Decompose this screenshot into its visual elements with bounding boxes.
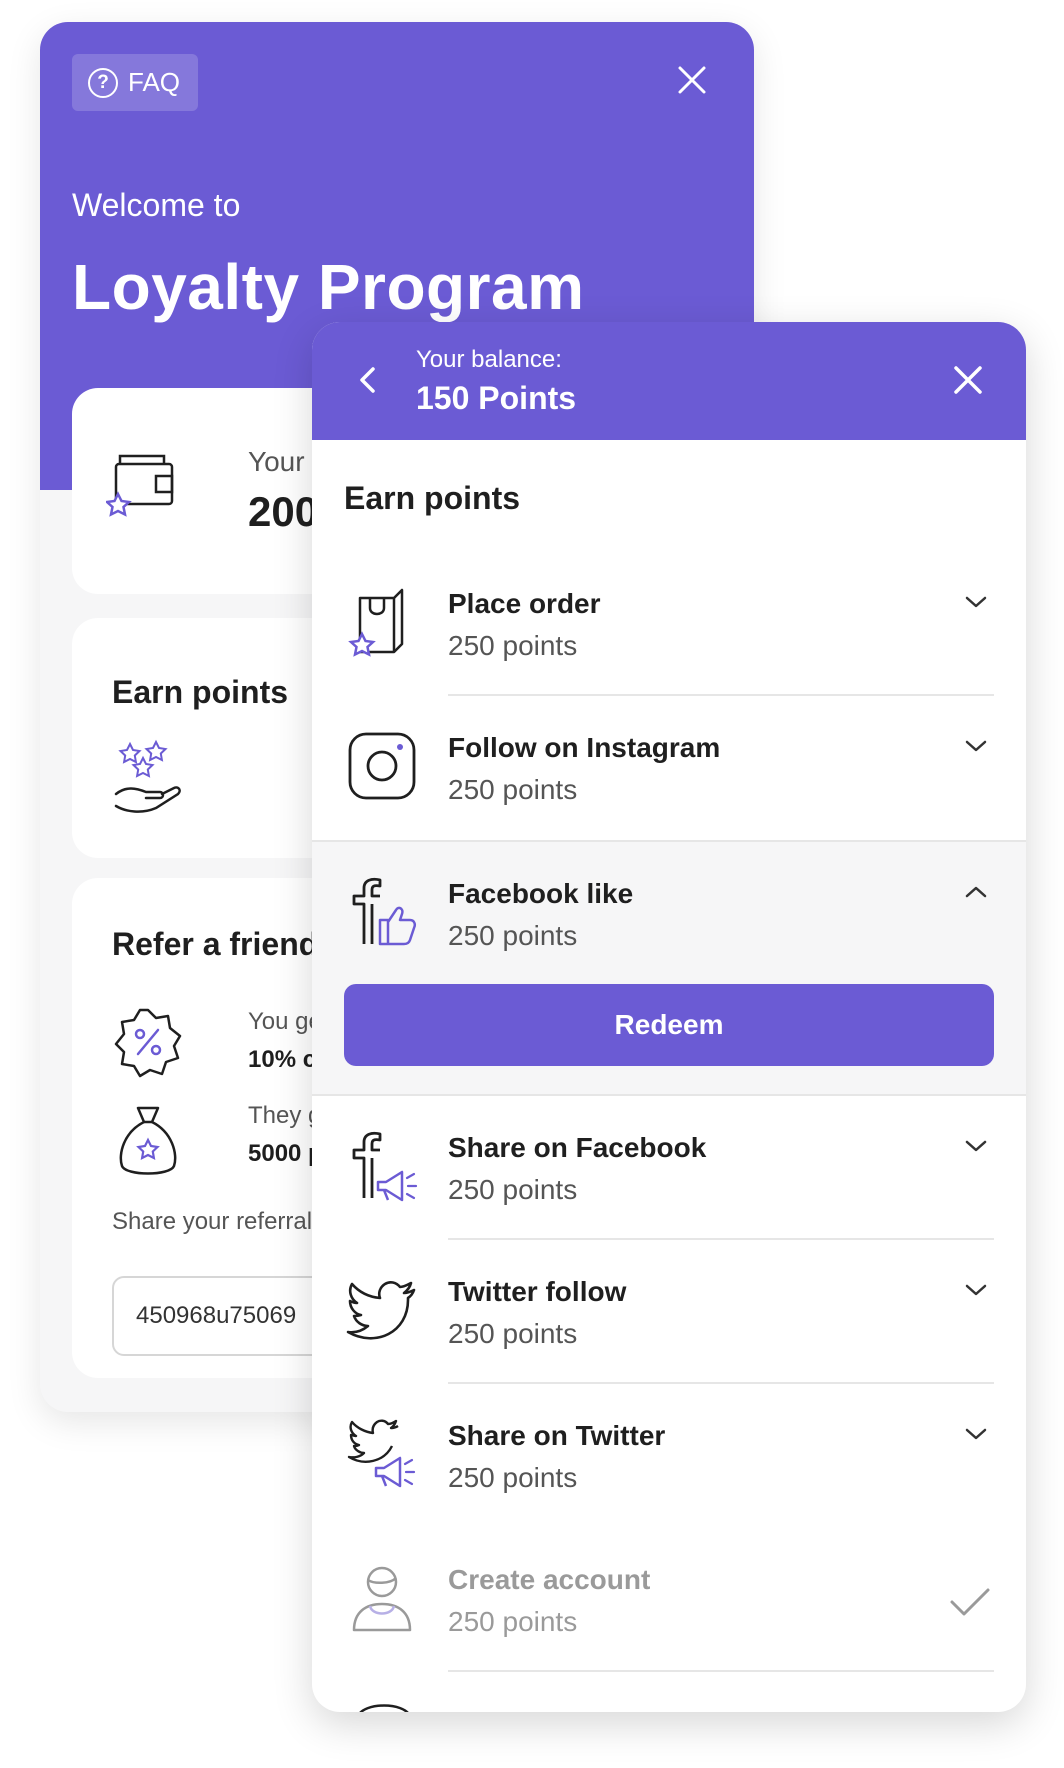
item-points: 250 points bbox=[448, 1606, 578, 1637]
user-account-icon bbox=[352, 1566, 412, 1632]
faq-label: FAQ bbox=[128, 67, 181, 97]
earn-item-facebook-like[interactable]: Facebook like 250 points Redeem bbox=[312, 840, 1026, 1096]
faq-button[interactable]: ? FAQ bbox=[72, 54, 198, 111]
instagram-icon bbox=[348, 732, 416, 800]
item-title: Follow on Instagram bbox=[448, 732, 721, 763]
item-points: 250 points bbox=[448, 630, 578, 661]
earn-item-place-order[interactable]: Place order 250 points bbox=[312, 552, 1026, 696]
divider bbox=[448, 1670, 994, 1672]
item-title: Place order bbox=[448, 588, 601, 619]
question-icon: ? bbox=[88, 67, 118, 98]
chevron-down-icon[interactable] bbox=[962, 592, 990, 612]
earn-header: Your balance: 150 Points bbox=[312, 322, 1026, 440]
item-points: 250 points bbox=[448, 920, 578, 951]
program-title: Loyalty Program bbox=[72, 251, 585, 323]
chevron-up-icon[interactable] bbox=[962, 882, 990, 902]
chevron-down-icon[interactable] bbox=[962, 1136, 990, 1156]
welcome-text: Welcome to bbox=[72, 187, 241, 223]
close-icon[interactable] bbox=[672, 60, 712, 100]
facebook-like-icon bbox=[352, 877, 417, 946]
discount-badge-icon bbox=[114, 1008, 182, 1078]
earn-item-twitter-share[interactable]: Share on Twitter 250 points bbox=[312, 1384, 1026, 1528]
facebook-share-icon bbox=[352, 1131, 418, 1202]
item-title: Facebook like bbox=[448, 878, 634, 909]
shopping-bag-star-icon bbox=[348, 588, 404, 657]
item-points: 250 points bbox=[448, 1462, 578, 1493]
header-balance-label: Your balance: bbox=[416, 346, 562, 373]
checkmark-icon bbox=[950, 1588, 990, 1616]
hand-stars-icon bbox=[114, 739, 181, 813]
earn-actions-list: Place order 250 points Follow on Instagr… bbox=[312, 552, 1026, 1672]
earn-title: Earn points bbox=[112, 674, 289, 710]
item-title: Create account bbox=[448, 1564, 651, 1595]
earn-item-create-account: Create account 250 points bbox=[312, 1528, 1026, 1672]
twitter-share-icon bbox=[347, 1419, 416, 1488]
earn-points-panel: Your balance: 150 Points Earn points Pla… bbox=[312, 322, 1026, 1712]
item-title: Share on Twitter bbox=[448, 1420, 666, 1451]
chevron-down-icon[interactable] bbox=[962, 736, 990, 756]
redeem-button[interactable]: Redeem bbox=[344, 984, 994, 1066]
item-title: Share on Facebook bbox=[448, 1132, 707, 1163]
next-item-icon-peek bbox=[359, 1704, 409, 1712]
twitter-icon bbox=[346, 1281, 416, 1340]
refer-title: Refer a friend bbox=[112, 926, 319, 962]
item-points: 250 points bbox=[448, 774, 578, 805]
earn-item-facebook-share[interactable]: Share on Facebook 250 points bbox=[312, 1096, 1026, 1240]
chevron-down-icon[interactable] bbox=[962, 1424, 990, 1444]
chevron-down-icon[interactable] bbox=[962, 1280, 990, 1300]
money-bag-star-icon bbox=[119, 1106, 177, 1175]
earn-item-instagram[interactable]: Follow on Instagram 250 points bbox=[312, 696, 1026, 840]
earn-item-twitter-follow[interactable]: Twitter follow 250 points bbox=[312, 1240, 1026, 1384]
item-points: 250 points bbox=[448, 1174, 578, 1205]
item-points: 250 points bbox=[448, 1318, 578, 1349]
section-title: Earn points bbox=[344, 480, 521, 516]
item-title: Twitter follow bbox=[448, 1276, 627, 1307]
chevron-left-icon[interactable] bbox=[348, 360, 388, 400]
close-icon[interactable] bbox=[948, 360, 988, 400]
header-balance-value: 150 Points bbox=[416, 380, 577, 416]
wallet-star-icon bbox=[106, 454, 174, 517]
